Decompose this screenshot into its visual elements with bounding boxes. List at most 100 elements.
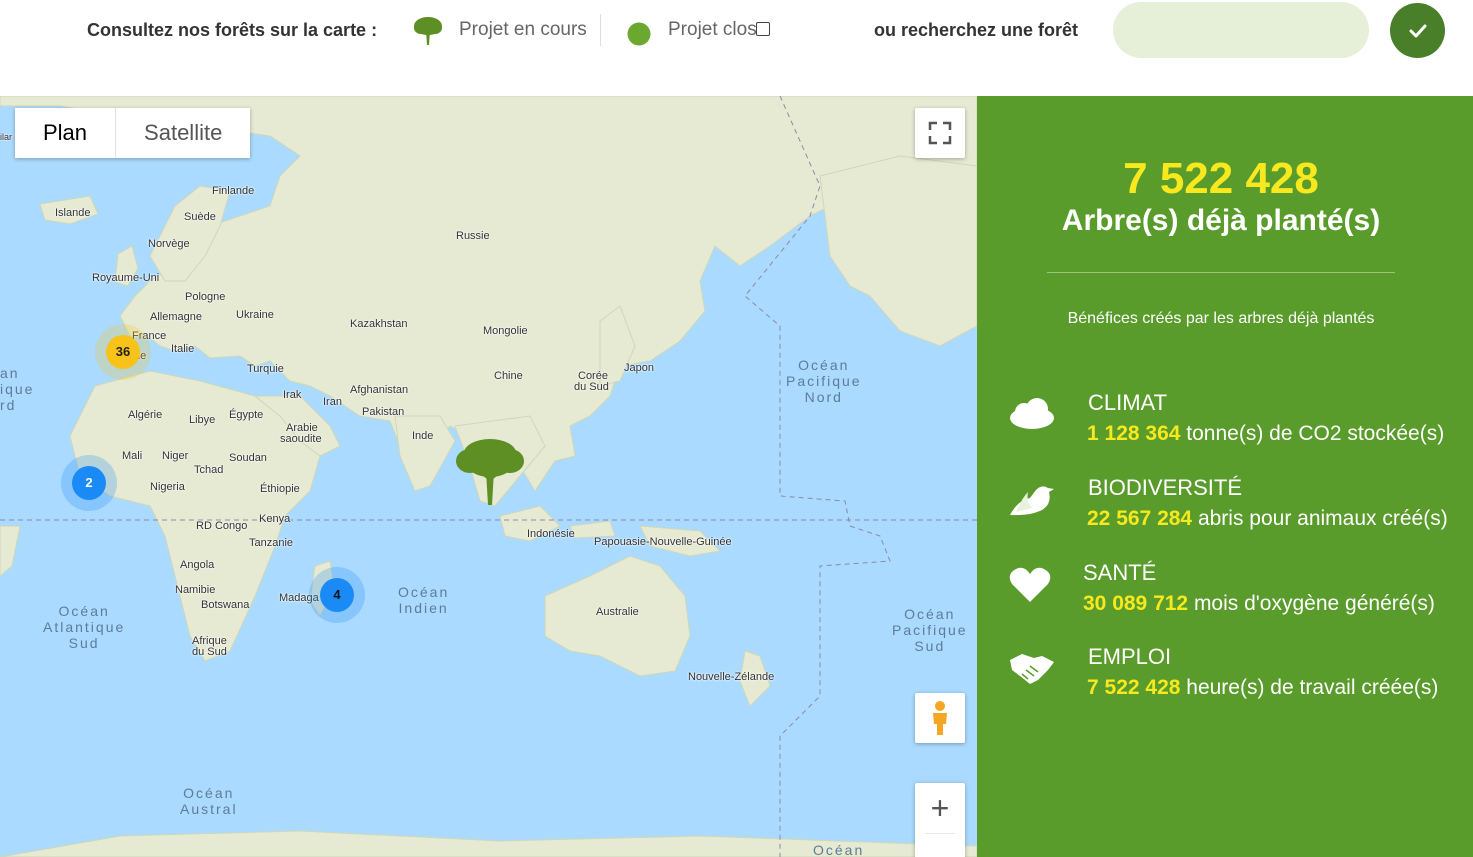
map-label-libye: Libye (189, 414, 216, 426)
forest-search-input[interactable] (1113, 2, 1369, 58)
legend-closed-label: Projet clos (668, 19, 757, 40)
stat-sante-line: 30 089 712 mois d'oxygène généré(s) (1083, 592, 1435, 616)
map-label-irak: Irak (283, 389, 302, 401)
pegman-icon (933, 701, 947, 735)
map-label-japon: Japon (624, 362, 654, 374)
ocean-label-pacifique-sud: Océan Pacifique Sud (892, 606, 968, 654)
fullscreen-button[interactable] (915, 108, 965, 158)
stat-climat-title: CLIMAT (1088, 390, 1168, 415)
stat-emploi-line: 7 522 428 heure(s) de travail créée(s) (1087, 676, 1438, 700)
map-label-chine: Chine (494, 370, 523, 382)
ocean-label-austral: Océan Austral (180, 785, 238, 817)
map-label-soudan: Soudan (229, 452, 267, 464)
stat-emploi-title: EMPLOI (1088, 644, 1172, 669)
ocean-label-pacifique-nord: Océan Pacifique Nord (786, 357, 862, 405)
ocean-label-bottom-right: Océan (813, 842, 865, 857)
cluster-count-europe: 36 (106, 335, 140, 369)
stat-climat-text: tonne(s) de CO2 stockée(s) (1180, 422, 1445, 445)
zoom-control: + (915, 783, 965, 857)
map-label-tchad: Tchad (194, 464, 224, 476)
stat-emploi-text: heure(s) de travail créée(s) (1180, 676, 1439, 699)
heart-icon (1008, 566, 1052, 609)
world-map[interactable]: Finlande Islande Suède Norvège Royaume-U… (0, 96, 977, 857)
stat-biodiversite-value: 22 567 284 (1087, 507, 1193, 530)
map-label-papouasie: Papouasie-Nouvelle-Guinée (594, 536, 732, 548)
stat-climat-line: 1 128 364 tonne(s) de CO2 stockée(s) (1087, 422, 1444, 446)
panel-divider (1047, 272, 1395, 273)
map-label-mali: Mali (122, 450, 143, 462)
consult-label: Consultez nos forêts sur la carte : (87, 20, 378, 40)
map-label-du-sud-africa: du Sud (192, 646, 227, 658)
map-label-inde: Inde (412, 430, 434, 442)
map-label-royaume-uni: Royaume-Uni (92, 272, 160, 284)
tree-legend-icon (413, 15, 443, 52)
stat-sante-value: 30 089 712 (1083, 592, 1189, 615)
map-label-ukraine: Ukraine (236, 309, 274, 321)
map-label-turquie: Turquie (247, 363, 284, 375)
map-type-plan-button[interactable]: Plan (15, 108, 117, 158)
stats-panel: 7 522 428 Arbre(s) déjà planté(s) Bénéfi… (977, 96, 1473, 857)
stat-emploi-value: 7 522 428 (1087, 676, 1181, 699)
ocean-label-indien: Océan Indien (398, 584, 450, 616)
cluster-count-west-africa: 2 (72, 466, 106, 500)
map-label-ethiopie: Éthiopie (260, 483, 300, 495)
map-label-du-sud: du Sud (574, 381, 609, 393)
ocean-label-atlantique-nord: an ique rd (0, 365, 35, 413)
legend-current-label: Projet en cours (459, 19, 587, 40)
map-label-islande: Islande (55, 207, 91, 219)
closed-projects-checkbox[interactable] (756, 22, 770, 36)
map-label-angola: Angola (180, 559, 215, 571)
stat-sante-text: mois d'oxygène généré(s) (1188, 592, 1435, 615)
map-label-kazakhstan: Kazakhstan (350, 318, 408, 330)
fullscreen-icon (928, 121, 952, 145)
trees-planted-count: 7 522 428 (1123, 154, 1319, 203)
map-label-iran: Iran (323, 396, 342, 408)
cluster-count-madagascar: 4 (320, 578, 354, 612)
map-label-italie: Italie (171, 343, 195, 355)
search-submit-button[interactable] (1390, 3, 1445, 58)
cloud-icon (1008, 396, 1056, 437)
map-label-algerie: Algérie (128, 409, 163, 421)
map-label-australie: Australie (596, 606, 639, 618)
map-label-niger: Niger (162, 450, 189, 462)
map-label-rd-congo: RD Congo (196, 520, 248, 532)
map-label-nigeria: Nigeria (150, 481, 185, 493)
closed-project-dot-icon (627, 22, 651, 51)
cluster-marker-west-africa[interactable]: 2 (61, 455, 117, 511)
stat-climat-value: 1 128 364 (1087, 422, 1181, 445)
map-label-saoudite: saoudite (280, 433, 322, 445)
cluster-marker-europe[interactable]: 36 (95, 324, 151, 380)
map-label-namibie: Namibie (175, 584, 216, 596)
map-label-kenya: Kenya (259, 513, 291, 525)
map-label-allemagne: Allemagne (150, 311, 202, 323)
map-label-mongolie: Mongolie (483, 325, 528, 337)
street-view-button[interactable] (915, 693, 965, 743)
top-bar: Consultez nos forêts sur la carte : Proj… (0, 0, 1473, 96)
trees-planted-label: Arbre(s) déjà planté(s) (1061, 204, 1381, 237)
stat-sante-title: SANTÉ (1083, 560, 1157, 585)
map-label-russie: Russie (456, 230, 490, 242)
search-label: ou recherchez une forêt (874, 20, 1079, 40)
map-label-suede: Suède (184, 211, 216, 223)
handshake-icon (1008, 652, 1056, 691)
map-label-tanzanie: Tanzanie (249, 537, 294, 549)
legend-divider (600, 14, 601, 46)
cluster-marker-madagascar[interactable]: 4 (309, 567, 365, 623)
zoom-in-button[interactable]: + (915, 783, 965, 833)
benefits-caption: Bénéfices créés par les arbres déjà plan… (1067, 310, 1375, 327)
map-label-pologne: Pologne (185, 291, 226, 303)
zoom-divider (925, 833, 955, 834)
map-label-afghanistan: Afghanistan (350, 384, 409, 396)
map-label-left-edge: ilar (0, 132, 13, 142)
stat-biodiversite-title: BIODIVERSITÉ (1088, 475, 1243, 500)
map-label-norvege: Norvège (148, 238, 190, 250)
forest-tree-marker-icon[interactable] (455, 433, 525, 513)
map-label-botswana: Botswana (201, 599, 250, 611)
bird-icon (1008, 482, 1056, 523)
map-label-pakistan: Pakistan (362, 406, 405, 418)
map-label-egypte: Égypte (229, 409, 264, 421)
stat-biodiversite-line: 22 567 284 abris pour animaux créé(s) (1087, 507, 1448, 531)
map-type-satellite-button[interactable]: Satellite (116, 108, 250, 158)
map-label-nouvelle-zelande: Nouvelle-Zélande (688, 671, 775, 683)
ocean-label-atlantique-sud: Océan Atlantique Sud (43, 603, 126, 651)
